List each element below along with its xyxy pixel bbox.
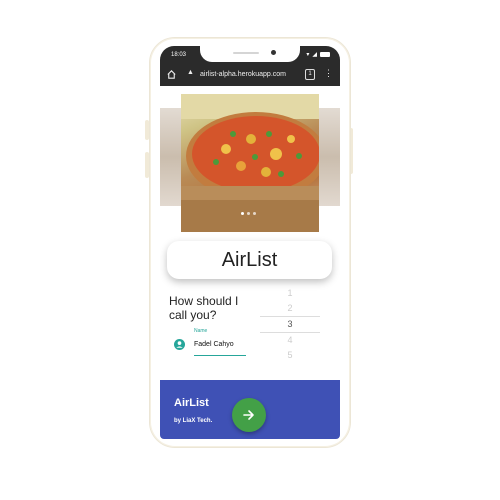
battery-icon <box>320 52 330 57</box>
name-field-label: Name <box>194 328 208 334</box>
carousel-indicators[interactable] <box>241 212 256 215</box>
footer-bar: AirList by LiaX Tech. <box>160 380 340 439</box>
warning-icon[interactable]: ▲ <box>187 69 194 76</box>
camera <box>271 50 276 55</box>
phone-screen: 18:03 ▾ ◢ ▲ airlist-alpha.herokuapp.com … <box>160 46 340 439</box>
status-icons: ▾ ◢ <box>306 51 330 58</box>
browser-toolbar: ▲ airlist-alpha.herokuapp.com 1 ⋮ <box>160 64 340 86</box>
next-button[interactable] <box>232 398 266 432</box>
carousel-prev-image[interactable] <box>160 108 182 206</box>
home-icon[interactable] <box>166 69 177 80</box>
picker-option[interactable]: 2 <box>260 301 320 316</box>
carousel-dot[interactable] <box>253 212 256 215</box>
url-field[interactable]: airlist-alpha.herokuapp.com <box>200 71 286 78</box>
name-input-underline <box>194 355 246 356</box>
picker-option[interactable]: 5 <box>260 348 320 363</box>
speaker <box>233 52 259 54</box>
carousel-dot[interactable] <box>241 212 244 215</box>
tab-switcher-button[interactable]: 1 <box>305 69 315 80</box>
status-time: 18:03 <box>171 52 187 58</box>
picker-option-selected[interactable]: 3 <box>260 316 320 333</box>
number-picker[interactable]: 1 2 3 4 5 <box>260 286 320 363</box>
name-input[interactable]: Fadel Cahyo <box>194 341 234 348</box>
footer-brand: AirList <box>174 397 209 409</box>
notch <box>200 46 300 62</box>
carousel-next-image[interactable] <box>318 108 340 206</box>
arrow-right-icon <box>243 410 254 420</box>
signal-icon: ◢ <box>312 52 317 58</box>
account-circle-icon <box>174 339 185 350</box>
wifi-icon: ▾ <box>306 52 310 58</box>
name-question: How should I call you? <box>169 294 239 322</box>
footer-byline: by LiaX Tech. <box>174 418 213 424</box>
picker-option[interactable]: 4 <box>260 333 320 348</box>
carousel-dot[interactable] <box>247 212 250 215</box>
image-carousel[interactable] <box>160 94 340 234</box>
status-bar: 18:03 ▾ ◢ <box>160 46 340 64</box>
picker-option[interactable]: 1 <box>260 286 320 301</box>
more-vert-icon[interactable]: ⋮ <box>324 68 333 79</box>
pizza-image <box>181 94 319 232</box>
app-title-card: AirList <box>167 241 332 279</box>
